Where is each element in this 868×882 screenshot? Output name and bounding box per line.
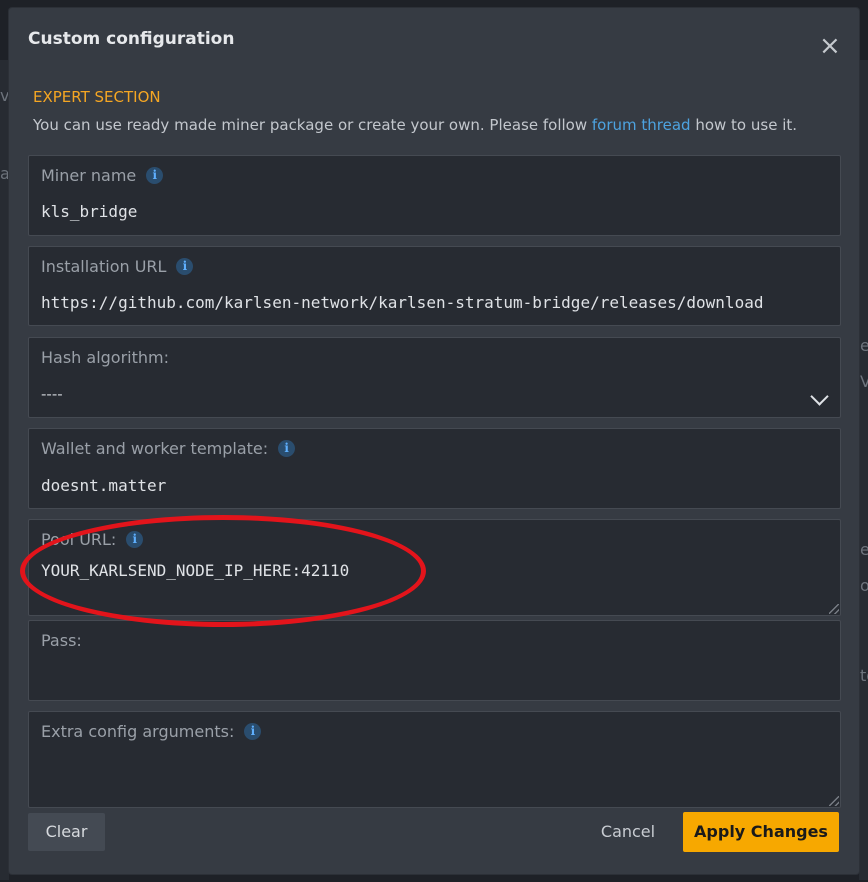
miner-name-field[interactable]: Miner name i xyxy=(28,155,841,236)
wallet-template-field[interactable]: Wallet and worker template: i xyxy=(28,428,841,509)
pool-url-label: Pool URL: xyxy=(41,530,117,549)
hash-algorithm-value: ---- xyxy=(41,385,63,403)
installation-url-label: Installation URL xyxy=(41,257,167,276)
info-icon[interactable]: i xyxy=(126,531,144,548)
info-icon[interactable]: i xyxy=(244,723,262,740)
expert-desc-text-end: how to use it. xyxy=(690,116,798,134)
pool-url-field[interactable]: Pool URL: i xyxy=(28,519,841,616)
expert-section-title: EXPERT SECTION xyxy=(33,88,161,106)
extra-config-label-row: Extra config arguments: i xyxy=(41,722,262,741)
pass-label: Pass: xyxy=(41,631,82,650)
dialog-title: Custom configuration xyxy=(28,29,235,49)
extra-config-label: Extra config arguments: xyxy=(41,722,235,741)
info-icon[interactable]: i xyxy=(278,440,296,457)
hash-algorithm-select[interactable]: Hash algorithm: ---- xyxy=(28,337,841,418)
resize-handle[interactable] xyxy=(829,796,839,806)
apply-changes-button[interactable]: Apply Changes xyxy=(683,812,839,852)
pass-label-row: Pass: xyxy=(41,631,82,650)
installation-url-field[interactable]: Installation URL i xyxy=(28,246,841,326)
hash-algorithm-label: Hash algorithm: xyxy=(41,348,170,367)
hash-algorithm-label-row: Hash algorithm: xyxy=(41,348,169,367)
forum-thread-link[interactable]: forum thread xyxy=(592,116,691,134)
wallet-template-label: Wallet and worker template: xyxy=(41,439,269,458)
miner-name-label: Miner name xyxy=(41,166,137,185)
close-icon[interactable]: × xyxy=(819,33,841,59)
pass-input[interactable] xyxy=(41,667,830,686)
wallet-template-input[interactable] xyxy=(41,476,830,495)
background-text: e xyxy=(860,540,868,559)
expert-section-description: You can use ready made miner package or … xyxy=(33,116,797,134)
background-text: e xyxy=(860,336,868,355)
pass-field[interactable]: Pass: xyxy=(28,620,841,701)
installation-url-input[interactable] xyxy=(41,293,830,312)
cancel-button[interactable]: Cancel xyxy=(593,813,663,851)
info-icon[interactable]: i xyxy=(146,167,164,184)
clear-button[interactable]: Clear xyxy=(28,813,105,851)
background-panel-right xyxy=(859,60,868,880)
installation-url-label-row: Installation URL i xyxy=(41,257,194,276)
extra-config-field[interactable]: Extra config arguments: i xyxy=(28,711,841,808)
custom-config-dialog: Custom configuration × EXPERT SECTION Yo… xyxy=(9,8,859,874)
resize-handle[interactable] xyxy=(829,604,839,614)
background-panel-left xyxy=(0,60,9,880)
info-icon[interactable]: i xyxy=(176,258,194,275)
miner-name-label-row: Miner name i xyxy=(41,166,164,185)
pool-url-label-row: Pool URL: i xyxy=(41,530,144,549)
background-text: to xyxy=(860,666,868,685)
pool-url-input[interactable] xyxy=(41,561,830,580)
expert-desc-text: You can use ready made miner package or … xyxy=(33,116,592,134)
wallet-template-label-row: Wallet and worker template: i xyxy=(41,439,296,458)
background-text: V xyxy=(860,372,868,391)
miner-name-input[interactable] xyxy=(41,202,830,221)
background-text: o xyxy=(860,576,868,595)
